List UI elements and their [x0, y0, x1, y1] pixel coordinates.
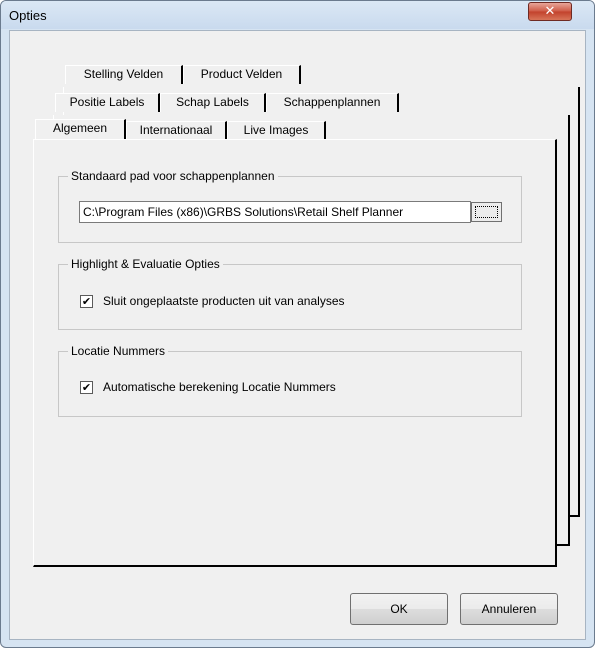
group-default-path: Standaard pad voor schappenplannen C:\Pr…	[58, 168, 522, 243]
tab-internationaal[interactable]: Internationaal	[126, 121, 227, 140]
group-location-numbers: Locatie Nummers ✔ Automatische berekenin…	[58, 343, 522, 417]
group-highlight-options: Highlight & Evaluatie Opties ✔ Sluit ong…	[58, 256, 522, 330]
tab-stelling-velden[interactable]: Stelling Velden	[65, 65, 183, 84]
close-button[interactable]: ✕	[528, 2, 572, 21]
browse-button[interactable]	[471, 202, 502, 222]
cancel-button[interactable]: Annuleren	[460, 593, 558, 625]
auto-location-label[interactable]: Automatische berekening Locatie Nummers	[103, 379, 336, 395]
group-title-highlight: Highlight & Evaluatie Opties	[68, 256, 223, 272]
tab-algemeen[interactable]: Algemeen	[35, 119, 126, 140]
close-icon: ✕	[544, 4, 556, 19]
window-title: Opties	[9, 8, 47, 23]
dialog-client-area: Stelling Velden Product Velden Positie L…	[9, 30, 586, 640]
group-title-default-path: Standaard pad voor schappenplannen	[68, 168, 278, 184]
tab-schappenplannen[interactable]: Schappenplannen	[266, 93, 399, 112]
tab-page-algemeen: Standaard pad voor schappenplannen C:\Pr…	[33, 139, 557, 567]
group-title-location: Locatie Nummers	[68, 343, 169, 359]
tab-product-velden[interactable]: Product Velden	[183, 65, 301, 84]
ok-button[interactable]: OK	[350, 593, 448, 625]
exclude-unplaced-label[interactable]: Sluit ongeplaatste producten uit van ana…	[103, 293, 345, 309]
title-bar[interactable]: Opties ✕	[1, 1, 594, 29]
auto-location-checkbox[interactable]: ✔	[80, 381, 93, 394]
exclude-unplaced-checkbox[interactable]: ✔	[80, 295, 93, 308]
default-path-input[interactable]: C:\Program Files (x86)\GRBS Solutions\Re…	[79, 201, 471, 223]
tab-positie-labels[interactable]: Positie Labels	[55, 93, 160, 112]
options-dialog: Opties ✕ Stelling Velden Product Velden …	[0, 0, 595, 648]
focus-rect-icon	[475, 206, 498, 218]
tab-schap-labels[interactable]: Schap Labels	[160, 93, 266, 112]
tab-live-images[interactable]: Live Images	[227, 121, 326, 140]
